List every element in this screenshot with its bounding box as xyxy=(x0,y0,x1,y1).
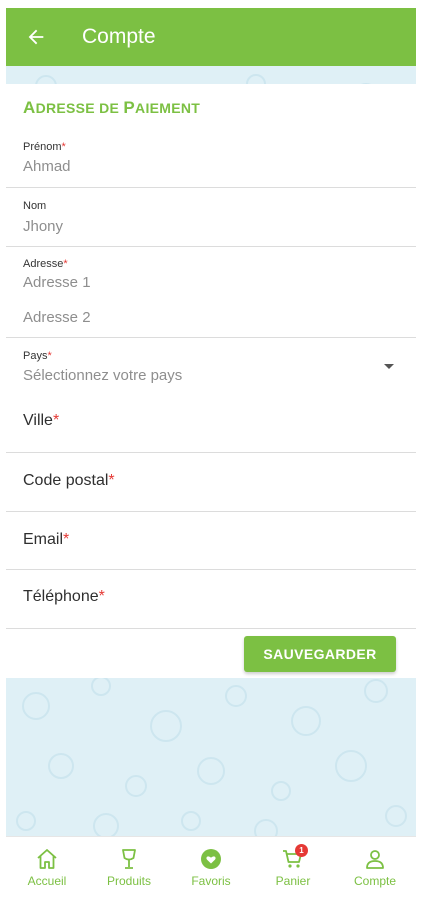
address-label: Adresse* xyxy=(23,258,68,270)
nav-item-panier[interactable]: 1 Panier xyxy=(252,837,334,896)
address-line2-input[interactable]: Adresse 2 xyxy=(23,309,91,326)
heart-icon xyxy=(199,847,223,871)
postal-code-input[interactable]: Code postal* xyxy=(23,472,115,490)
section-title-part: AIEMENT xyxy=(135,100,201,116)
section-title: ADRESSE DE PAIEMENT xyxy=(23,98,200,118)
nav-label: Accueil xyxy=(27,874,67,888)
cart-icon: 1 xyxy=(281,844,308,871)
required-mark: * xyxy=(52,412,60,429)
glass-icon xyxy=(117,847,141,871)
last-name-field[interactable]: Nom Jhony xyxy=(6,188,416,247)
nav-item-favoris[interactable]: Favoris xyxy=(170,837,252,896)
user-icon xyxy=(363,847,387,871)
required-mark: * xyxy=(63,258,68,270)
phone-label-text: Téléphone xyxy=(23,588,99,605)
email-label-text: Email xyxy=(23,531,64,548)
section-title-part: DRESSE DE xyxy=(35,100,124,116)
country-city-group: Pays* Sélectionnez votre pays Ville* xyxy=(6,338,416,453)
required-mark: * xyxy=(61,141,66,153)
required-mark: * xyxy=(47,350,52,362)
nav-label: Favoris xyxy=(191,874,231,888)
cart-badge: 1 xyxy=(295,844,308,857)
nav-label: Compte xyxy=(353,874,397,888)
country-label-text: Pays xyxy=(23,350,48,362)
payment-address-form: ADRESSE DE PAIEMENT Prénom* Ahmad Nom Jh… xyxy=(6,84,416,678)
last-name-input[interactable]: Jhony xyxy=(23,218,63,235)
country-select[interactable]: Sélectionnez votre pays xyxy=(23,367,182,384)
postal-code-label-text: Code postal xyxy=(23,472,109,489)
postal-code-field[interactable]: Code postal* xyxy=(6,453,416,512)
first-name-field[interactable]: Prénom* Ahmad xyxy=(6,130,416,188)
city-label-text: Ville xyxy=(23,412,53,429)
email-field[interactable]: Email* xyxy=(6,512,416,570)
required-mark: * xyxy=(98,588,105,605)
first-name-input[interactable]: Ahmad xyxy=(23,158,71,175)
required-mark: * xyxy=(63,531,70,548)
app-screen: Compte ADRESSE DE PAIEMENT Prénom* Ahmad… xyxy=(6,8,416,896)
nav-item-produits[interactable]: Produits xyxy=(88,837,170,896)
nav-item-accueil[interactable]: Accueil xyxy=(6,837,88,896)
back-arrow-icon[interactable] xyxy=(24,25,48,49)
home-icon xyxy=(35,847,59,871)
address-label-text: Adresse xyxy=(23,258,64,270)
phone-input[interactable]: Téléphone* xyxy=(23,588,105,606)
section-title-part: A xyxy=(23,98,36,117)
email-input[interactable]: Email* xyxy=(23,531,69,549)
country-label: Pays* xyxy=(23,350,52,362)
city-input[interactable]: Ville* xyxy=(23,412,59,430)
page-title: Compte xyxy=(82,25,156,48)
bottom-navigation: Accueil Produits Favoris 1 Panier Compte xyxy=(6,836,416,896)
required-mark: * xyxy=(108,472,115,489)
app-bar: Compte xyxy=(6,8,416,66)
save-button[interactable]: SAUVEGARDER xyxy=(244,636,396,672)
phone-field[interactable]: Téléphone* xyxy=(6,570,416,629)
address-field: Adresse* Adresse 1 Adresse 2 xyxy=(6,247,416,338)
address-line1-input[interactable]: Adresse 1 xyxy=(23,274,91,291)
section-title-part: P xyxy=(123,98,136,117)
nav-item-compte[interactable]: Compte xyxy=(334,837,416,896)
nav-label: Panier xyxy=(275,874,311,888)
first-name-label-text: Prénom xyxy=(23,141,62,153)
last-name-label: Nom xyxy=(23,200,47,212)
chevron-down-icon[interactable] xyxy=(384,364,394,369)
first-name-label: Prénom* xyxy=(23,141,66,153)
nav-label: Produits xyxy=(106,874,152,888)
